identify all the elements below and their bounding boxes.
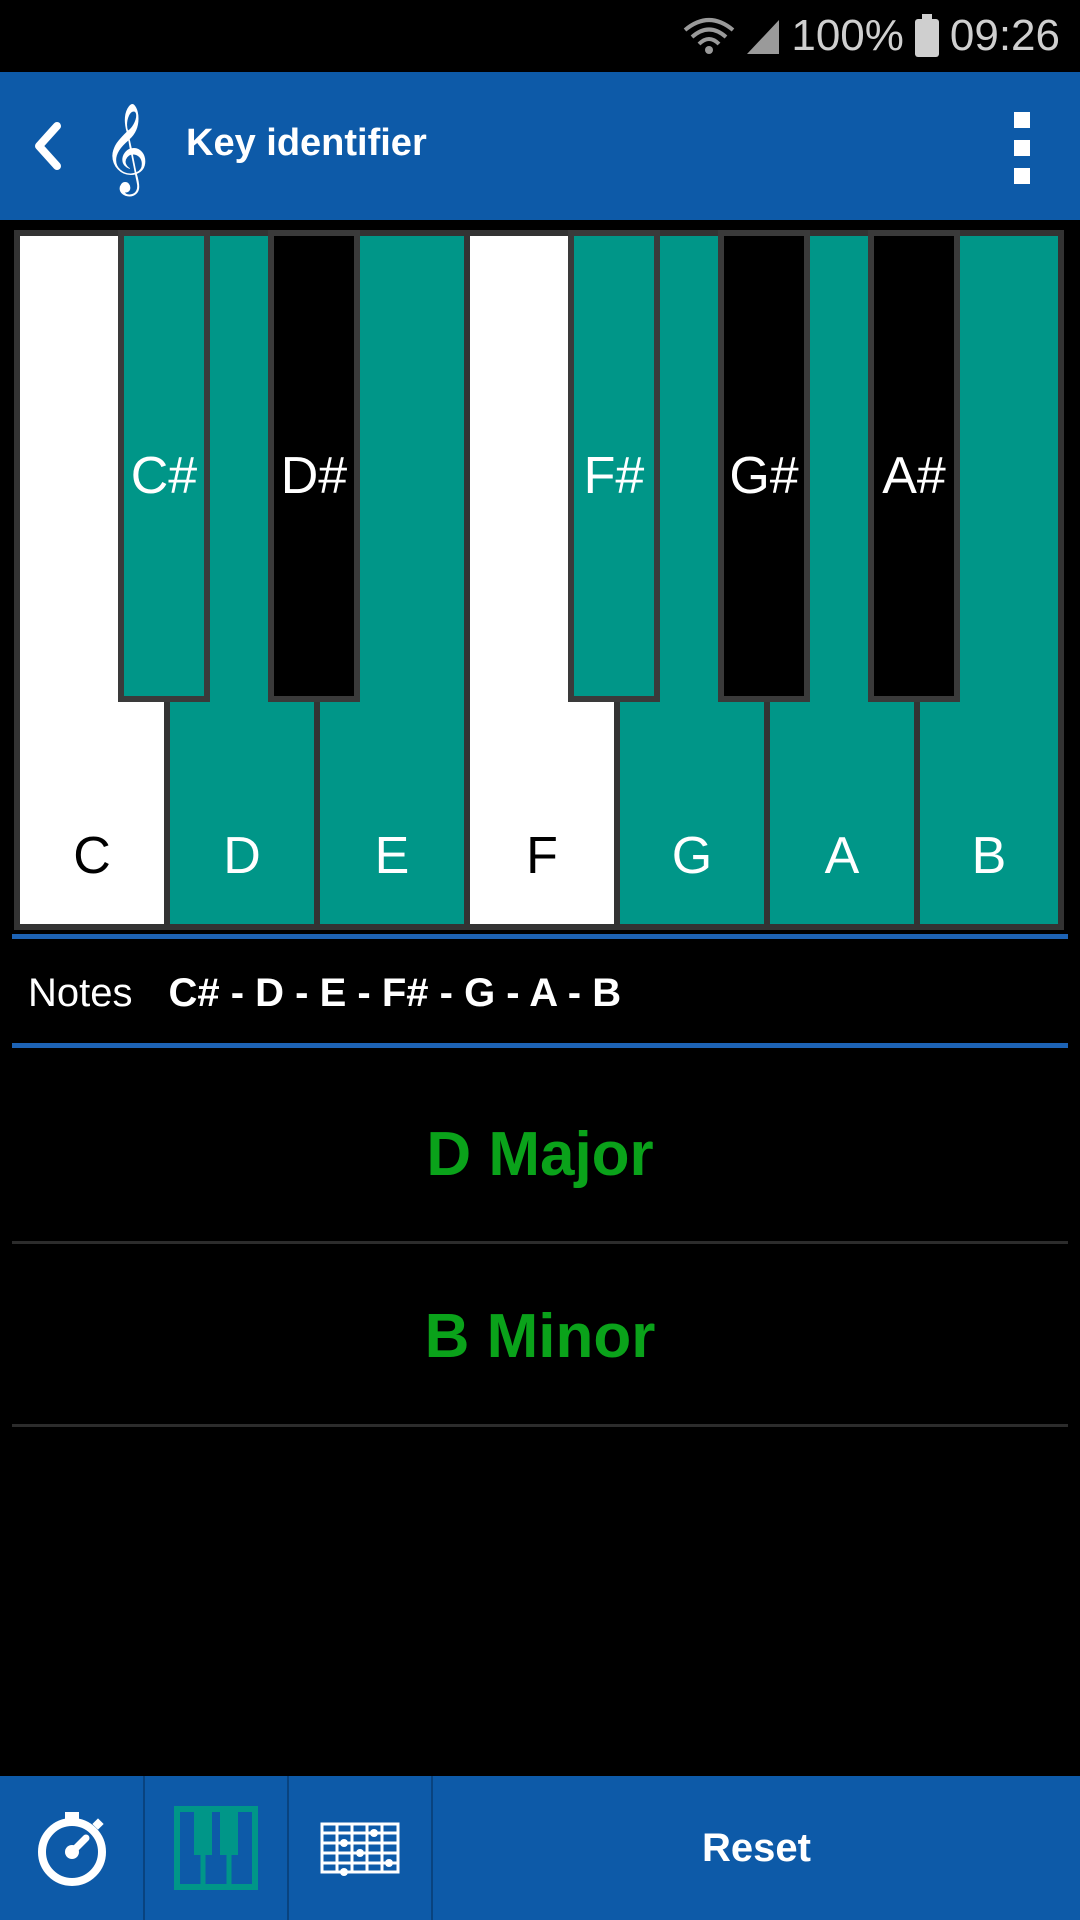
notes-row: Notes C# - D - E - F# - G - A - B [0,944,1080,1042]
battery-percent: 100% [791,11,904,60]
result-divider [12,1241,1068,1244]
key-label: C# [130,447,198,505]
treble-clef-icon: 𝄞 [102,103,150,191]
page-title: Key identifier [186,122,427,164]
tuner-button[interactable] [0,1776,143,1920]
black-key-g-sharp[interactable]: G# [718,230,810,702]
result-major-key[interactable]: D Major [12,1064,1068,1244]
key-label: F [526,827,558,885]
notes-label: Notes [28,970,133,1015]
key-label: A [824,827,860,885]
key-label: F# [583,447,645,505]
overflow-menu-button[interactable] [994,112,1050,184]
notes-top-divider [12,934,1068,939]
guitar-fretboard-icon [320,1822,400,1876]
reset-button[interactable]: Reset [433,1776,1080,1920]
notes-bottom-divider [12,1043,1068,1048]
key-label: D [223,827,261,885]
status-right: 100% 09:26 [683,0,1060,72]
result-divider [12,1424,1068,1427]
app-bar: 𝄞 Key identifier [0,72,1080,220]
wifi-icon [683,16,735,56]
black-key-d-sharp[interactable]: D# [268,230,360,702]
status-bar: 100% 09:26 [0,0,1080,72]
piano-keyboard: C D E F G A B C# D# F# G# A# [14,230,1064,930]
key-label: G [671,827,713,885]
notes-value: C# - D - E - F# - G - A - B [168,970,622,1015]
back-button[interactable] [18,110,78,182]
overflow-menu-icon [1014,112,1030,128]
key-label: D# [280,447,348,505]
piano-mode-button[interactable] [145,1776,287,1920]
back-chevron-icon [35,122,61,170]
black-key-f-sharp[interactable]: F# [568,230,660,702]
clock: 09:26 [949,11,1060,60]
key-label: B [971,827,1007,885]
tuner-dial-icon [37,1812,106,1886]
black-key-c-sharp[interactable]: C# [118,230,210,702]
bottom-toolbar: Reset [0,1776,1080,1920]
signal-icon [745,16,781,56]
fretboard-mode-button[interactable] [289,1776,431,1920]
battery-icon [914,14,940,58]
result-minor-key[interactable]: B Minor [12,1246,1068,1426]
key-label: C [73,827,111,885]
key-label: E [374,827,410,885]
reset-label: Reset [702,1825,811,1870]
black-key-a-sharp[interactable]: A# [868,230,960,702]
piano-keys-icon [174,1806,258,1890]
key-label: A# [882,447,946,505]
key-label: G# [729,447,799,505]
